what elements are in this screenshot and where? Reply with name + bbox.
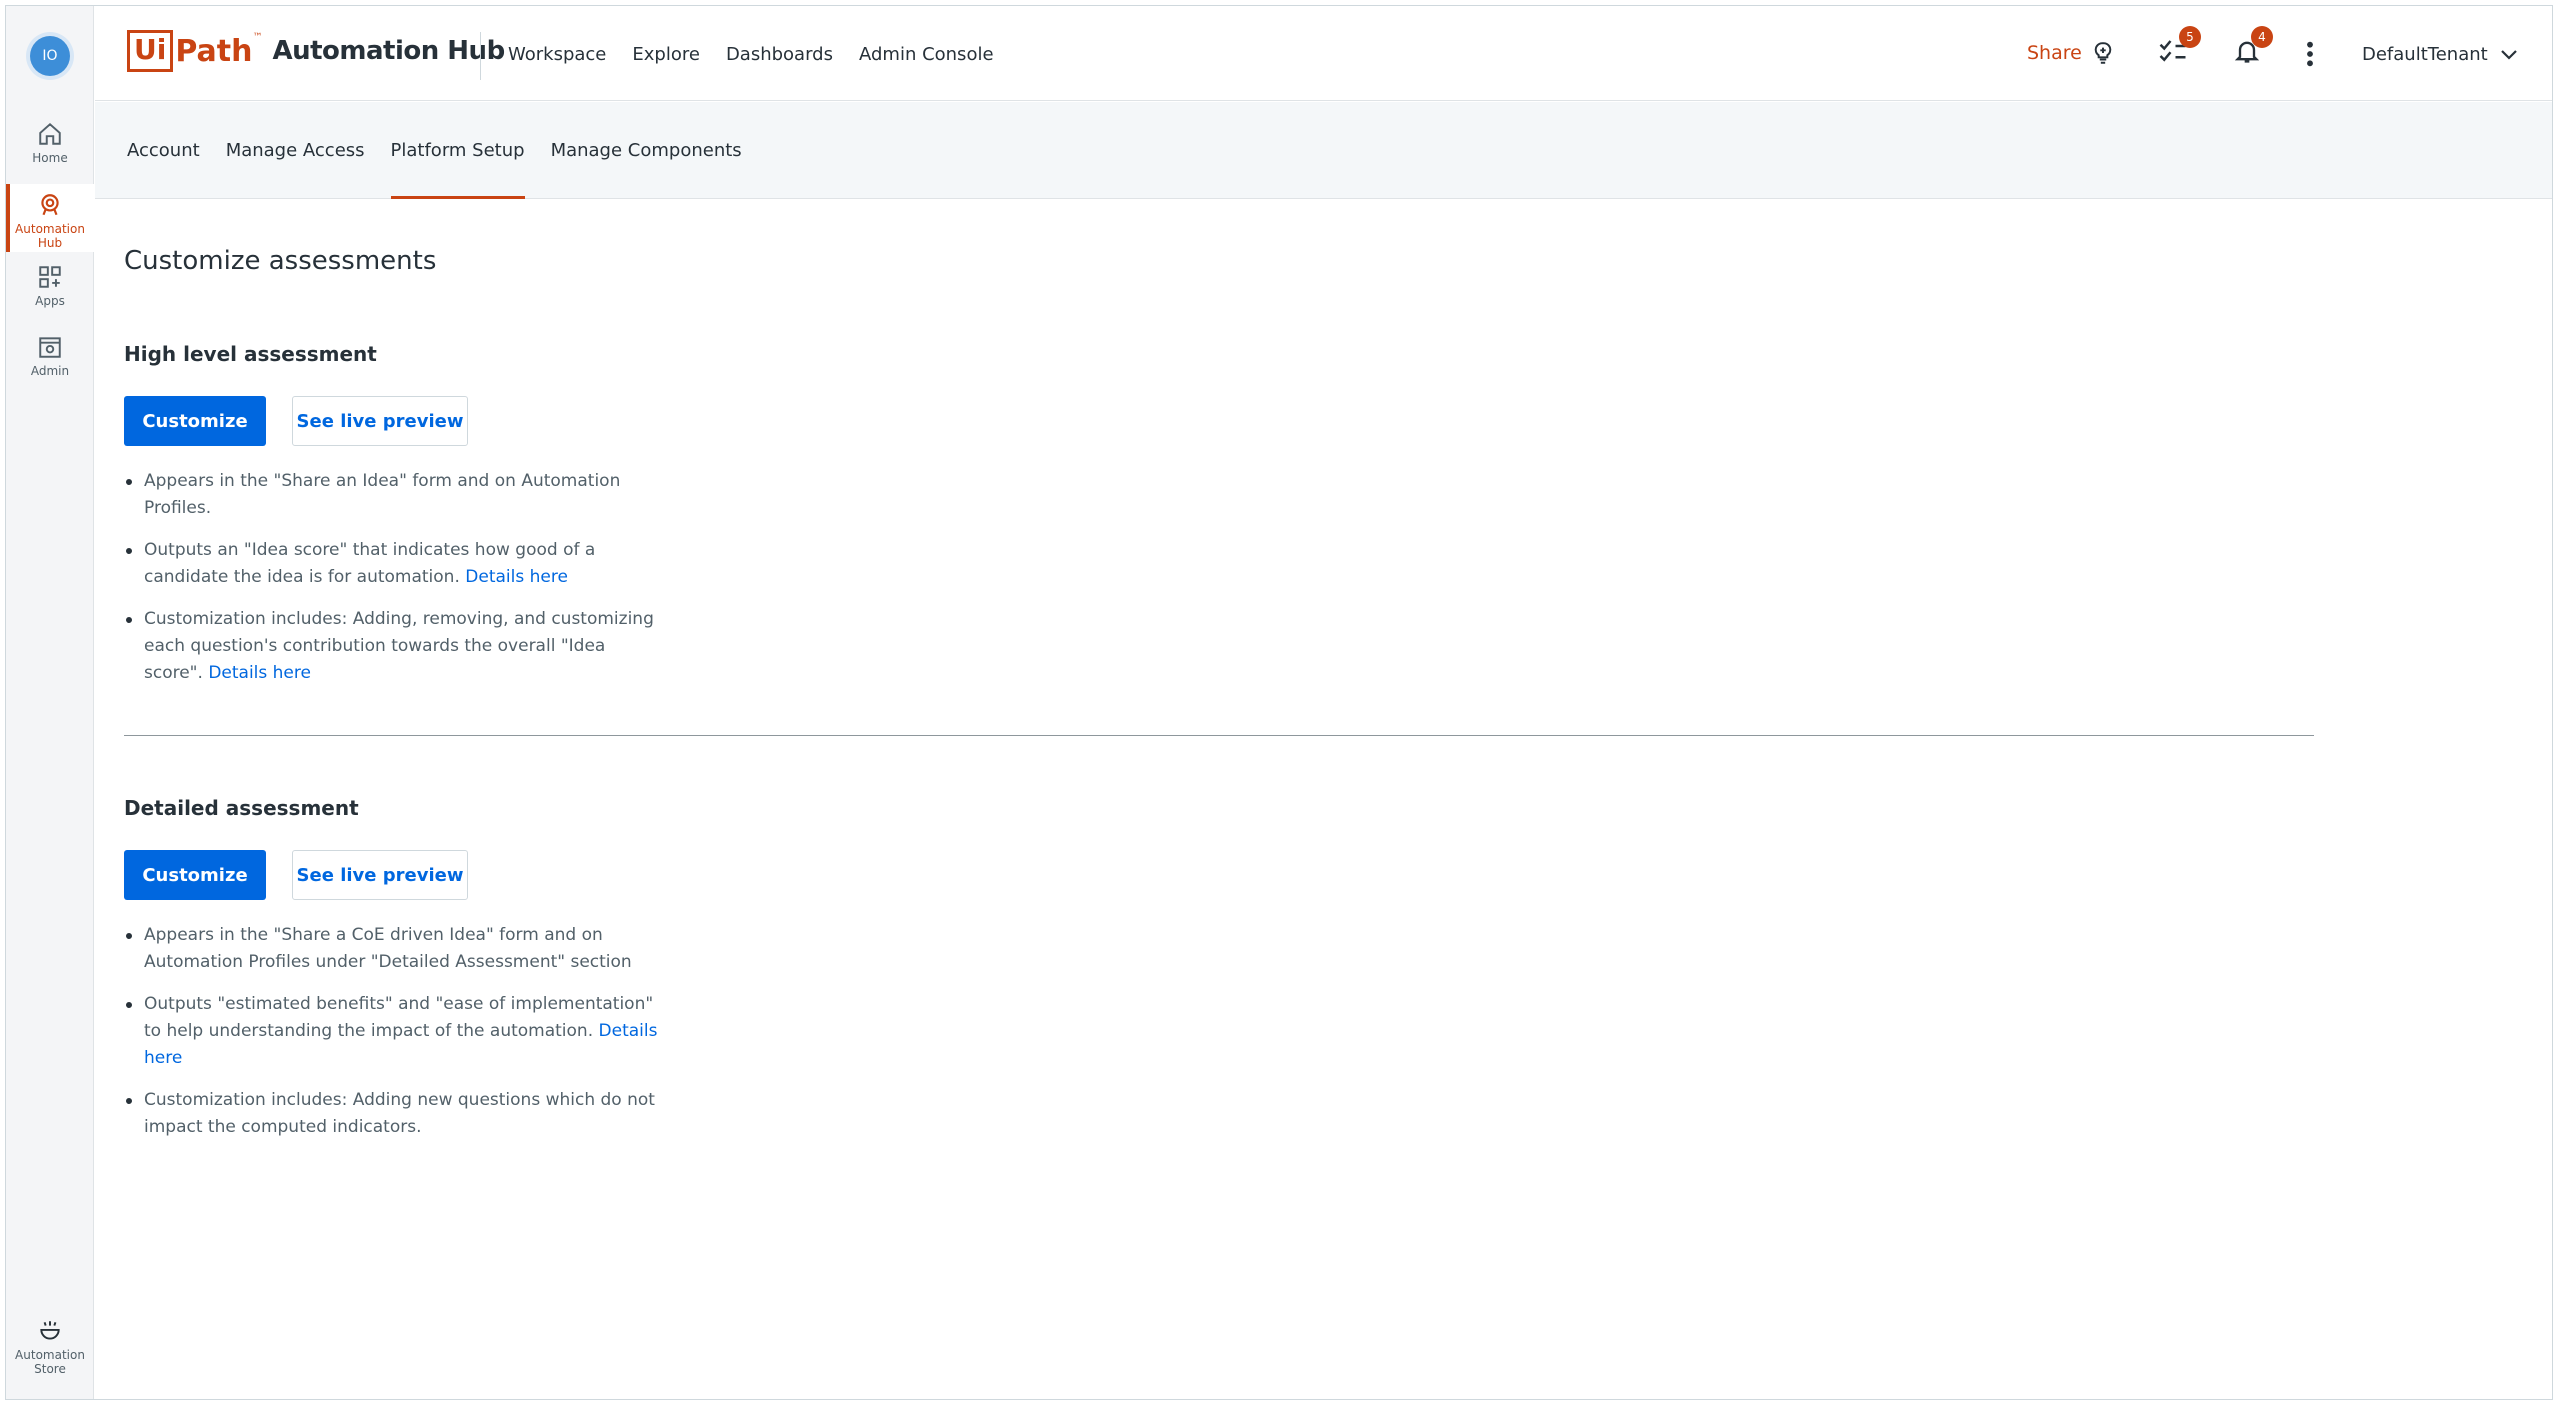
list-item: Outputs "estimated benefits" and "ease o…	[124, 991, 664, 1072]
admin-icon	[39, 337, 61, 358]
list-item: Appears in the "Share an Idea" form and …	[124, 468, 664, 522]
details-link[interactable]: Details here	[208, 663, 311, 683]
automation-store-icon	[40, 1321, 60, 1340]
logo-path: Path	[175, 33, 253, 69]
left-rail: IO Home Automation Hub Apps Admin Automa…	[6, 6, 94, 1399]
rail-item-admin[interactable]: Admin	[6, 334, 94, 378]
tenant-name: DefaultTenant	[2362, 44, 2488, 65]
more-options-button[interactable]	[2305, 40, 2315, 72]
list-item-text: Outputs "estimated benefits" and "ease o…	[144, 994, 654, 1041]
high-level-assessment-section: High level assessment Customize See live…	[124, 342, 2324, 687]
list-item: Outputs an "Idea score" that indicates h…	[124, 537, 664, 591]
customize-button[interactable]: Customize	[124, 396, 266, 446]
rail-item-home[interactable]: Home	[6, 121, 94, 165]
uipath-logo[interactable]: Ui Path ™ Automation Hub	[127, 30, 505, 72]
rail-item-automation-store[interactable]: Automation Store	[6, 1318, 94, 1376]
info-list: Appears in the "Share an Idea" form and …	[124, 468, 664, 687]
nav-explore[interactable]: Explore	[632, 44, 700, 65]
rail-item-apps[interactable]: Apps	[6, 264, 94, 308]
rail-item-label: Home	[32, 151, 68, 165]
rail-item-automation-hub[interactable]: Automation Hub	[6, 184, 94, 252]
more-vertical-icon	[2307, 41, 2313, 67]
page-title: Customize assessments	[124, 246, 437, 276]
customize-button[interactable]: Customize	[124, 850, 266, 900]
list-item-text: Appears in the "Share an Idea" form and …	[144, 471, 621, 518]
share-idea-button[interactable]: Share	[2027, 40, 2116, 66]
section-divider	[124, 735, 2314, 736]
tab-account[interactable]: Account	[127, 102, 200, 198]
apps-icon	[39, 266, 61, 288]
rail-item-label: Automation Hub	[15, 222, 85, 250]
automation-hub-icon	[41, 194, 59, 216]
share-label: Share	[2027, 42, 2082, 64]
header-divider	[480, 32, 481, 80]
details-link[interactable]: Details here	[465, 567, 568, 587]
list-item: Appears in the "Share a CoE driven Idea"…	[124, 922, 664, 976]
product-name: Automation Hub	[272, 36, 505, 66]
tasks-count-badge: 5	[2179, 26, 2201, 48]
nav-workspace[interactable]: Workspace	[508, 44, 606, 65]
tab-manage-components[interactable]: Manage Components	[551, 102, 742, 198]
logo-ui: Ui	[127, 30, 174, 72]
tab-platform-setup[interactable]: Platform Setup	[390, 102, 525, 199]
section-title: Detailed assessment	[124, 796, 359, 820]
top-header: Ui Path ™ Automation Hub Workspace Explo…	[95, 6, 2552, 101]
list-item-text: Customization includes: Adding new quest…	[144, 1090, 655, 1137]
tasks-button[interactable]: 5	[2157, 26, 2201, 70]
list-item-text: Appears in the "Share a CoE driven Idea"…	[144, 925, 632, 972]
section-title: High level assessment	[124, 342, 377, 366]
rail-item-label: Automation Store	[15, 1348, 85, 1376]
user-avatar[interactable]: IO	[30, 36, 70, 76]
home-icon	[39, 122, 61, 145]
lightbulb-icon	[2094, 42, 2112, 64]
detailed-assessment-section: Detailed assessment Customize See live p…	[124, 796, 2324, 1141]
see-live-preview-button[interactable]: See live preview	[292, 850, 468, 900]
main-content: Customize assessments High level assessm…	[124, 246, 2324, 1156]
notifications-button[interactable]: 4	[2233, 26, 2273, 70]
logo-trademark: ™	[252, 32, 263, 43]
rail-item-label: Admin	[30, 364, 70, 378]
rail-item-label: Apps	[35, 294, 65, 308]
nav-admin-console[interactable]: Admin Console	[859, 44, 994, 65]
info-list: Appears in the "Share a CoE driven Idea"…	[124, 922, 664, 1141]
see-live-preview-button[interactable]: See live preview	[292, 396, 468, 446]
nav-dashboards[interactable]: Dashboards	[726, 44, 833, 65]
list-item: Customization includes: Adding, removing…	[124, 606, 664, 687]
tab-manage-access[interactable]: Manage Access	[226, 102, 365, 198]
notifications-count-badge: 4	[2251, 26, 2273, 48]
admin-subnav: Account Manage Access Platform Setup Man…	[95, 102, 2552, 199]
list-item: Customization includes: Adding new quest…	[124, 1087, 664, 1141]
top-nav: Workspace Explore Dashboards Admin Conso…	[508, 44, 994, 65]
chevron-down-icon	[2500, 49, 2517, 60]
app-window: IO Home Automation Hub Apps Admin Automa…	[5, 5, 2553, 1400]
tenant-selector[interactable]: DefaultTenant	[2362, 44, 2518, 65]
